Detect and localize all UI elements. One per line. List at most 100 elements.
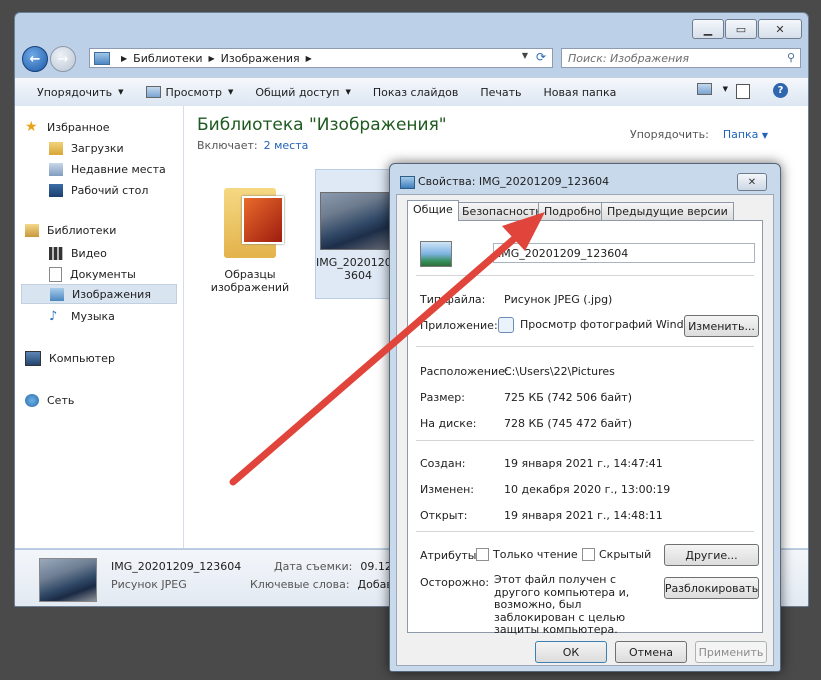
details-keywords: Ключевые слова: Добавь: [250, 578, 399, 591]
search-input[interactable]: Поиск: Изображения ⚲: [561, 48, 801, 68]
photo-thumbnail: [320, 192, 396, 250]
music-icon: ♪: [49, 308, 58, 324]
divider: [416, 275, 754, 276]
breadcrumb-images[interactable]: Изображения: [221, 52, 300, 65]
sidebar-item-downloads[interactable]: Загрузки: [49, 138, 124, 158]
address-dropdown-icon[interactable]: ▼: [522, 51, 528, 60]
tab-general[interactable]: Общие: [407, 200, 459, 221]
chevron-down-icon: ▼: [227, 88, 234, 96]
photo-viewer-icon: [498, 317, 514, 333]
modified-value: 10 декабря 2020 г., 13:00:19: [504, 483, 671, 496]
file-name-field[interactable]: IMG_20201209_123604: [493, 243, 755, 263]
tab-details[interactable]: Подробно: [538, 202, 608, 220]
arrow-right-icon: →: [57, 51, 69, 67]
sidebar-item-music[interactable]: ♪ Музыка: [49, 306, 115, 326]
preview-pane-icon[interactable]: [736, 84, 750, 99]
details-file-type: Рисунок JPEG: [111, 578, 187, 591]
arrange-dropdown[interactable]: Папка ▼: [723, 128, 768, 141]
size-label: Размер:: [420, 391, 465, 404]
back-button[interactable]: ←: [22, 46, 48, 72]
sidebar-label: Недавние места: [71, 162, 166, 176]
sidebar-label: Рабочий стол: [71, 183, 149, 197]
new-folder-button[interactable]: Новая папка: [544, 86, 617, 99]
apply-button[interactable]: Применить: [695, 641, 767, 663]
navigation-bar: ← → ▶ Библиотеки ▶ Изображения ▶ ▼ ⟳ Пои…: [15, 45, 808, 73]
hidden-checkbox[interactable]: Скрытый: [582, 548, 651, 561]
share-button[interactable]: Общий доступ ▼: [255, 86, 350, 99]
location-label: Расположение:: [420, 365, 509, 378]
includes-link[interactable]: 2 места: [264, 139, 309, 152]
library-icon: [94, 51, 110, 65]
opened-value: 19 января 2021 г., 14:48:11: [504, 509, 663, 522]
slideshow-button[interactable]: Показ слайдов: [373, 86, 459, 99]
sidebar-item-libraries[interactable]: Библиотеки: [25, 220, 116, 240]
forward-button[interactable]: →: [50, 46, 76, 72]
sidebar-item-computer[interactable]: Компьютер: [25, 348, 115, 368]
tab-previous-versions[interactable]: Предыдущие версии: [601, 202, 734, 220]
size-value: 725 КБ (742 506 байт): [504, 391, 632, 404]
organize-button[interactable]: Упорядочить ▼: [37, 86, 124, 99]
refresh-icon[interactable]: ⟳: [532, 50, 550, 64]
ok-button[interactable]: ОК: [535, 641, 607, 663]
sidebar-item-images[interactable]: Изображения: [21, 284, 177, 304]
image-file-icon: [400, 176, 415, 189]
folder-tile-sample-images[interactable]: Образцы изображений: [202, 174, 298, 294]
view-options-button[interactable]: ▼: [696, 83, 728, 95]
image-file-icon: [420, 241, 452, 267]
sidebar-item-recent[interactable]: Недавние места: [49, 159, 166, 179]
readonly-checkbox[interactable]: Только чтение: [476, 548, 578, 561]
breadcrumb-separator-icon: ▶: [121, 53, 128, 63]
address-bar[interactable]: ▶ Библиотеки ▶ Изображения ▶ ▼ ⟳: [89, 48, 553, 68]
print-label: Печать: [480, 85, 522, 99]
network-icon: [25, 393, 39, 407]
breadcrumb-libraries[interactable]: Библиотеки: [133, 52, 202, 65]
general-tab-panel: IMG_20201209_123604 Тип файла: Рисунок J…: [407, 220, 763, 636]
tab-security[interactable]: Безопасность: [456, 202, 548, 220]
created-label: Создан:: [420, 457, 466, 470]
keywords-label: Ключевые слова:: [250, 578, 350, 591]
cancel-button[interactable]: Отмена: [615, 641, 687, 663]
arrange-value: Папка: [722, 128, 759, 141]
sidebar-item-favorites[interactable]: ★ Избранное: [25, 117, 109, 137]
divider: [416, 346, 754, 347]
dialog-body: Общие Безопасность Подробно Предыдущие в…: [396, 194, 774, 666]
help-icon[interactable]: ?: [773, 83, 788, 98]
sidebar-item-documents[interactable]: Документы: [49, 264, 136, 284]
print-button[interactable]: Печать: [480, 86, 521, 99]
folder-icon: [224, 182, 284, 262]
organize-label: Упорядочить: [37, 85, 113, 99]
preview-button[interactable]: Просмотр ▼: [145, 86, 234, 99]
date-label: Дата съемки:: [274, 560, 353, 573]
sidebar-label: Компьютер: [49, 351, 115, 365]
type-label: Тип файла:: [420, 293, 486, 306]
library-includes: Включает: 2 места: [197, 139, 308, 152]
dialog-close-button[interactable]: ✕: [737, 173, 767, 191]
unblock-button[interactable]: Разблокировать: [664, 577, 759, 599]
sidebar-label: Изображения: [72, 287, 151, 301]
change-button[interactable]: Изменить...: [684, 315, 759, 337]
close-button[interactable]: ✕: [758, 19, 802, 39]
sidebar-item-video[interactable]: Видео: [49, 243, 107, 263]
tile-label: Образцы: [224, 268, 276, 281]
sidebar-label: Документы: [70, 267, 136, 281]
slideshow-label: Показ слайдов: [372, 85, 459, 99]
checkbox-box: [582, 548, 595, 561]
share-label: Общий доступ: [255, 85, 340, 99]
divider: [416, 531, 754, 532]
minimize-button[interactable]: ▁: [692, 19, 724, 39]
tile-label: IMG_20201209_12: [316, 256, 400, 269]
advanced-attributes-button[interactable]: Другие...: [664, 544, 759, 566]
type-value: Рисунок JPEG (.jpg): [504, 293, 613, 306]
library-title: Библиотека "Изображения": [197, 115, 447, 135]
details-thumbnail: [39, 558, 97, 602]
command-bar: Упорядочить ▼ Просмотр ▼ Общий доступ ▼ Пок…: [15, 77, 808, 107]
breadcrumb-separator-icon: ▶: [208, 53, 215, 63]
close-icon: ✕: [747, 176, 757, 188]
hidden-label: Скрытый: [599, 548, 652, 561]
maximize-button[interactable]: ▭: [725, 19, 757, 39]
sidebar-item-desktop[interactable]: Рабочий стол: [49, 180, 148, 200]
opened-label: Открыт:: [420, 509, 468, 522]
caution-label: Осторожно:: [420, 576, 490, 589]
sidebar-item-network[interactable]: Сеть: [25, 390, 74, 410]
desktop-icon: [49, 183, 63, 197]
